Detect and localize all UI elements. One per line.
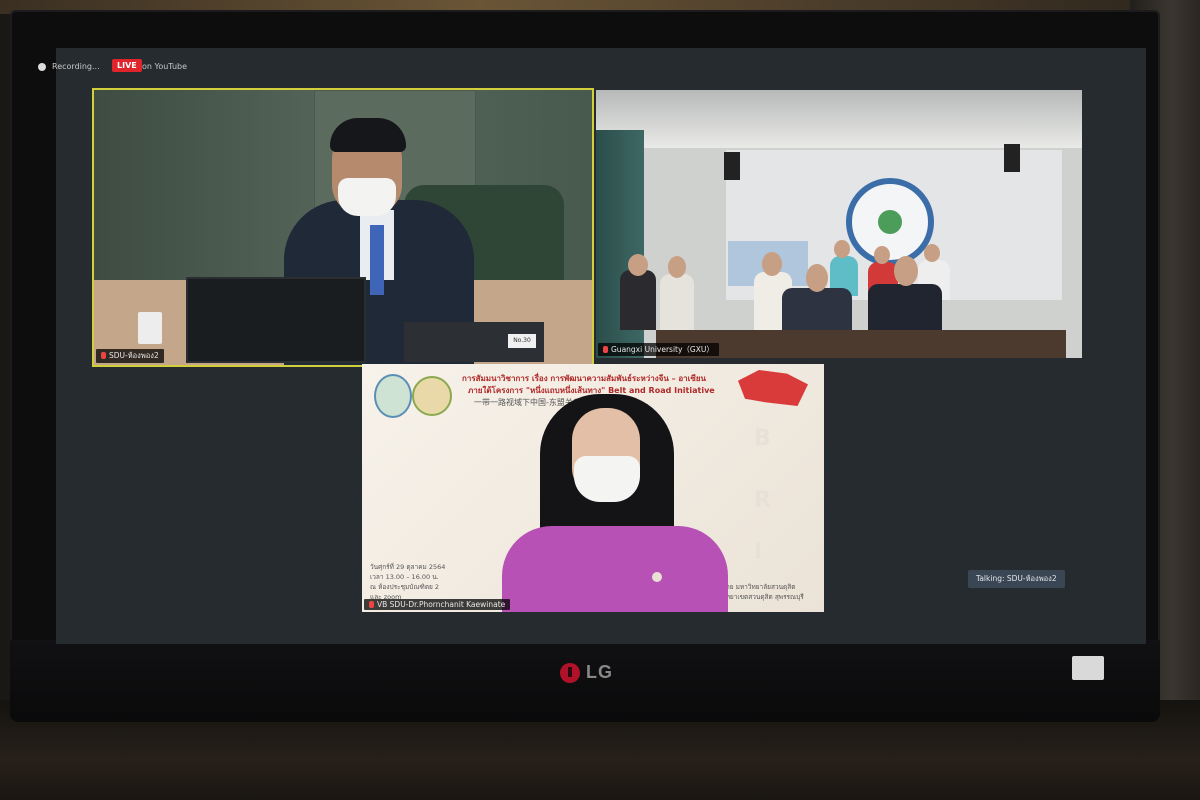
event-venue: ณ ห้องประชุมบัณฑิตย 2	[370, 583, 440, 591]
delegate-woman	[782, 288, 852, 332]
mic-muted-icon	[603, 346, 608, 353]
lg-logo-icon	[560, 662, 580, 683]
monitor-sticker	[1072, 656, 1104, 680]
mic-muted-icon	[101, 352, 106, 359]
participant-name-label: SDU-ห้องพอง2	[96, 349, 164, 363]
audience-head	[628, 254, 648, 276]
face-mask	[574, 456, 640, 502]
lg-logo: LG	[560, 662, 613, 683]
event-date: วันศุกร์ที่ 29 ตุลาคม 2564	[370, 563, 446, 571]
youtube-stream-label[interactable]: on YouTube	[142, 62, 187, 71]
video-tile-chairman[interactable]: No.30 SDU-ห้องพอง2	[94, 90, 592, 365]
talking-indicator: Talking: SDU-ห้องพอง2	[968, 570, 1065, 588]
audience-person	[620, 270, 656, 330]
ceiling	[596, 90, 1082, 148]
video-tile-guangxi-room[interactable]: Guangxi University（GXU）	[596, 90, 1082, 358]
audience-head	[668, 256, 686, 278]
participant-dress	[502, 526, 728, 612]
audience-head	[834, 240, 850, 258]
participant-name-label: VB SDU-Dr.Phornchanit Kaewinate	[364, 599, 511, 610]
audience-head	[874, 246, 890, 264]
audience-person	[660, 274, 694, 330]
pin-badge	[652, 572, 662, 582]
recording-label: Recording...	[52, 62, 100, 71]
audience-head	[762, 252, 782, 276]
organizer-line1: โดย มหาวิทยาลัยสวนดุสิต	[722, 583, 796, 591]
participant-tie	[370, 225, 384, 295]
delegate-head	[894, 256, 918, 286]
face-mask	[338, 178, 396, 216]
campus-logo-icon	[412, 376, 452, 416]
nameplate: No.30	[508, 334, 536, 348]
laptop	[186, 277, 366, 363]
participant-name: VB SDU-Dr.Phornchanit Kaewinate	[377, 600, 506, 609]
participant-name-label: Guangxi University（GXU）	[598, 343, 719, 356]
participant-name: SDU-ห้องพอง2	[109, 351, 159, 360]
participant-hair	[330, 118, 406, 152]
cup	[138, 312, 162, 344]
speaker-right	[1004, 144, 1020, 172]
bri-letter-i: I	[754, 540, 763, 565]
event-time: เวลา 13.00 – 16.00 น.	[370, 573, 439, 581]
video-tile-speaker[interactable]: การสัมมนาวิชาการ เรื่อง การพัฒนาความสัมพ…	[362, 364, 824, 612]
delegate-man	[868, 284, 942, 332]
record-icon	[38, 62, 46, 71]
university-logo-icon	[374, 374, 412, 418]
recording-indicator[interactable]: Recording...	[38, 62, 100, 71]
organizer-line2: วิทยาเขตสวนดุสิต สุพรรณบุรี	[722, 593, 804, 601]
backdrop-emblem	[846, 178, 934, 266]
participant-name: Guangxi University（GXU）	[611, 345, 714, 354]
live-badge[interactable]: LIVE	[112, 59, 142, 72]
lg-logo-text: LG	[586, 662, 613, 682]
delegate-head	[806, 264, 828, 292]
bri-letter-b: B	[754, 426, 771, 451]
bri-letter-r: R	[754, 488, 771, 513]
mic-muted-icon	[369, 601, 374, 608]
speaker-left	[724, 152, 740, 180]
audience-head	[924, 244, 940, 262]
